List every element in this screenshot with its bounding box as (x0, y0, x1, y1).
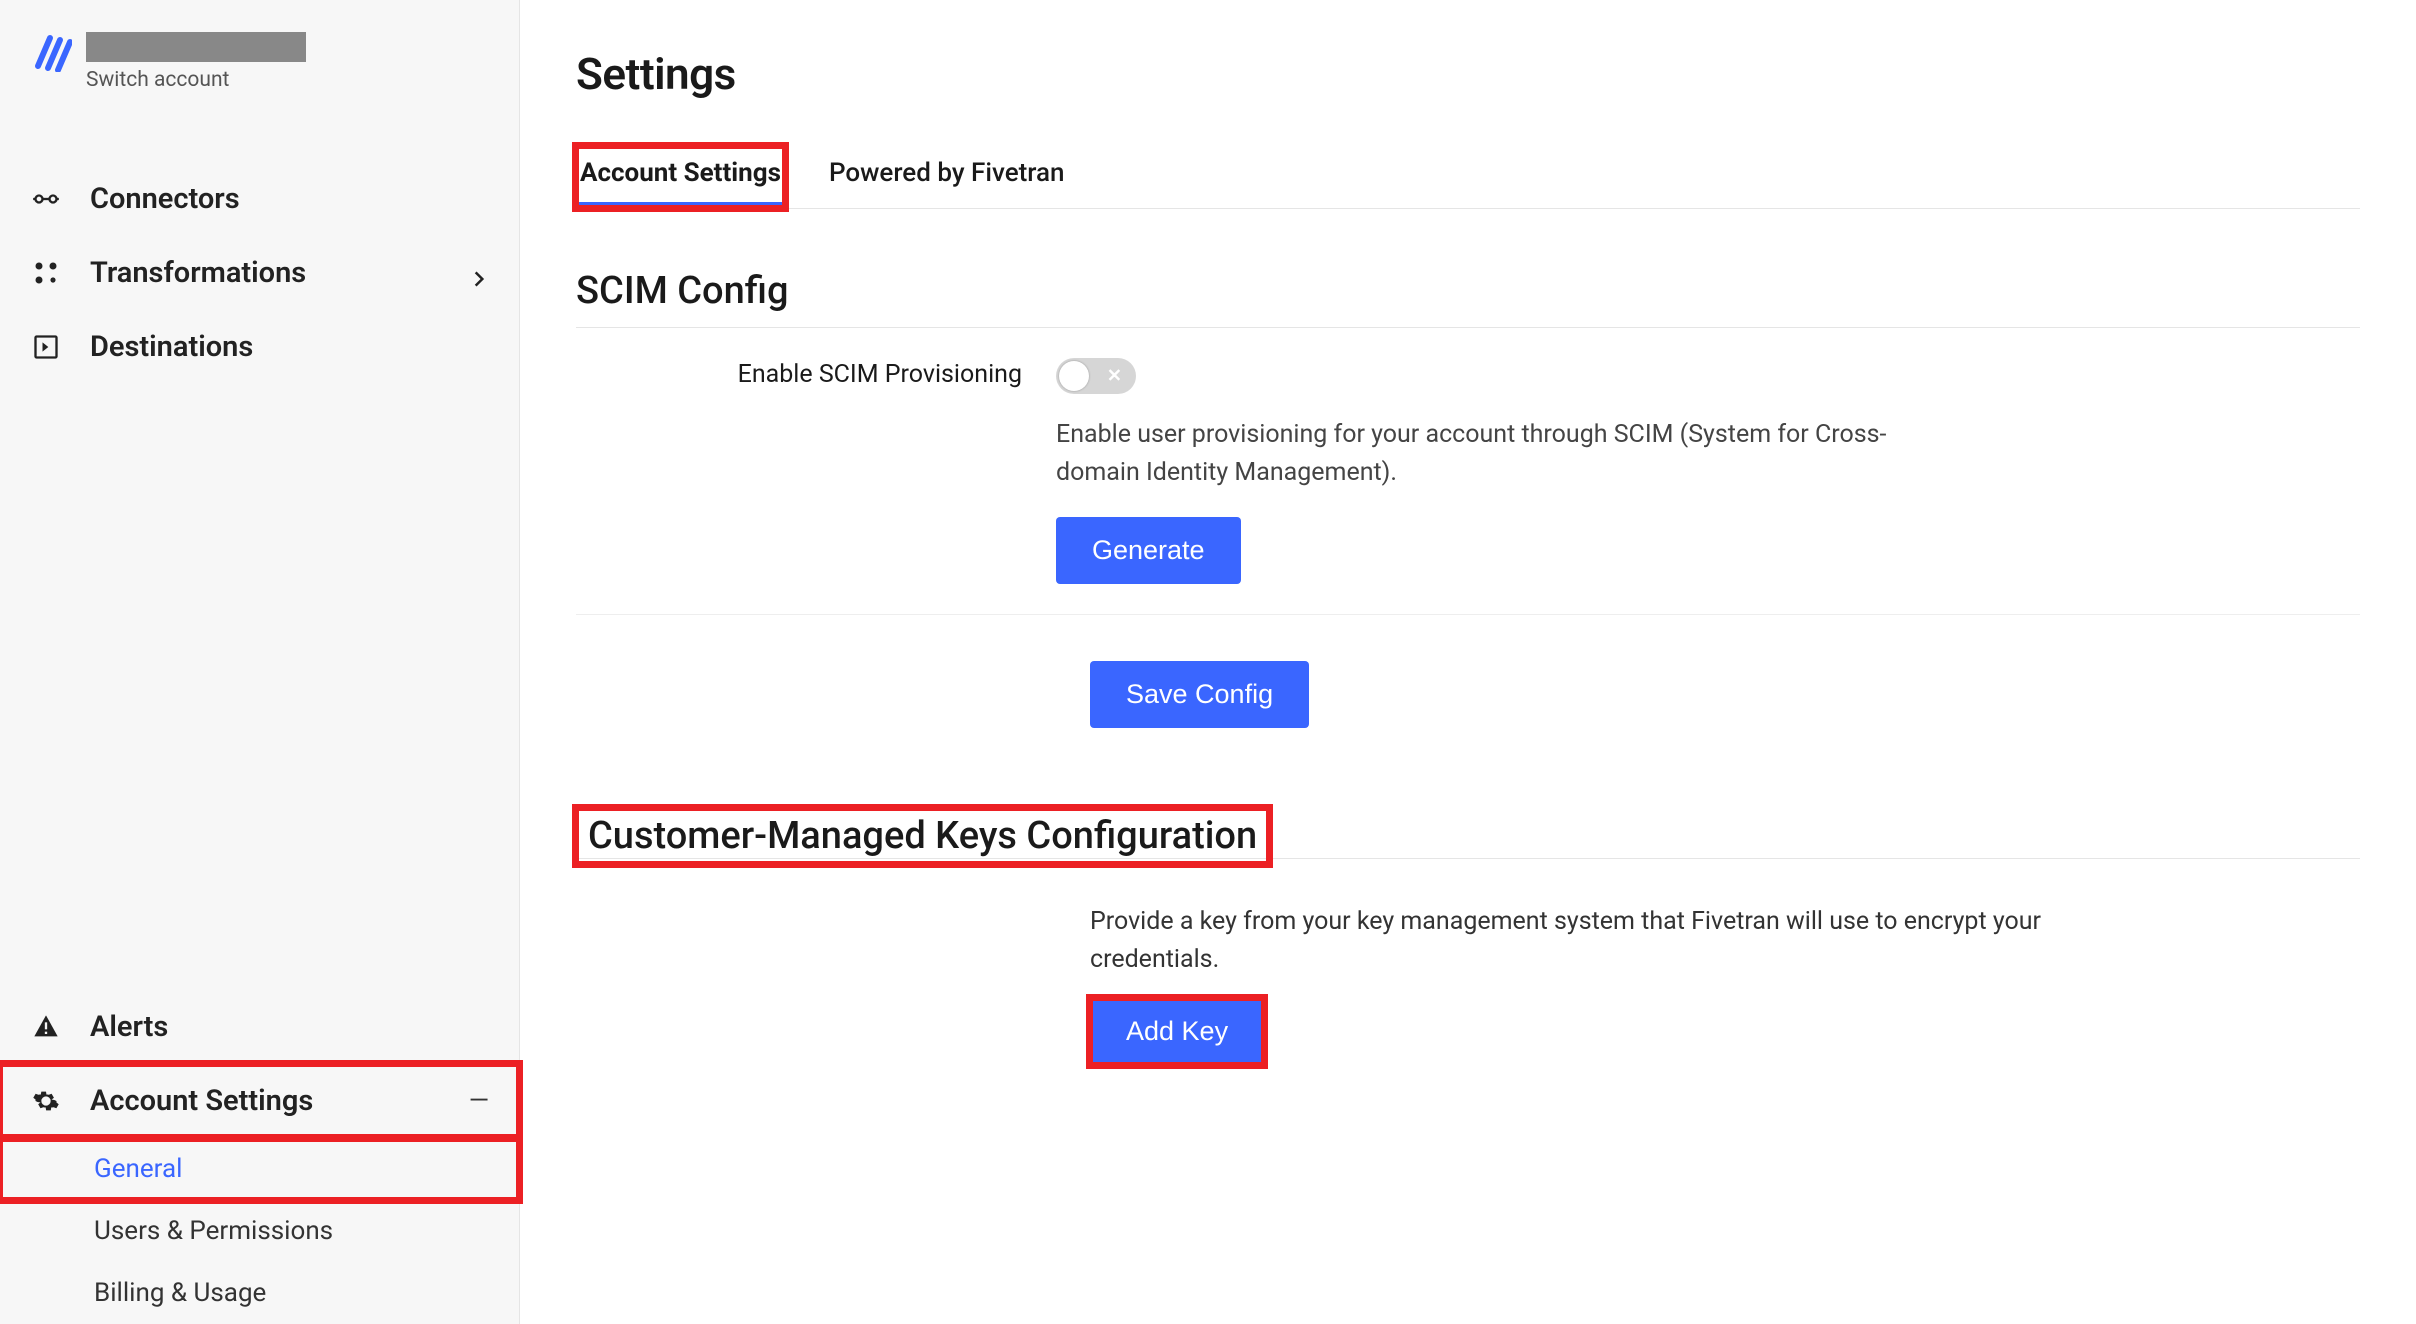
scim-heading: SCIM Config (576, 269, 2360, 328)
cmk-heading: Customer-Managed Keys Configuration (576, 808, 1269, 864)
brand-text: Switch account (86, 32, 306, 92)
transformations-icon (30, 257, 62, 289)
save-config-button[interactable]: Save Config (1090, 661, 1309, 728)
scim-toggle[interactable]: ✕ (1056, 358, 1136, 394)
gear-icon (30, 1085, 62, 1117)
main-content: Settings Account Settings Powered by Fiv… (520, 0, 2416, 1324)
cmk-description: Provide a key from your key management s… (576, 903, 2076, 978)
generate-button[interactable]: Generate (1056, 517, 1241, 584)
brand-block: Switch account (0, 24, 519, 112)
collapse-icon: — (469, 1086, 489, 1116)
alert-icon (30, 1011, 62, 1043)
scim-help-text: Enable user provisioning for your accoun… (1056, 416, 1956, 491)
sidebar-item-label: Alerts (90, 1010, 168, 1044)
scim-enable-row: Enable SCIM Provisioning ✕ Enable user p… (576, 328, 2360, 615)
sidebar-item-label: Account Settings (90, 1084, 313, 1118)
toggle-off-icon: ✕ (1107, 366, 1122, 387)
sidebar-item-account-settings[interactable]: Account Settings — (0, 1064, 519, 1138)
add-key-button[interactable]: Add Key (1090, 998, 1264, 1065)
nav-primary: Connectors Transformations Destinations (0, 162, 519, 384)
account-name-redacted (86, 32, 306, 62)
tab-account-settings[interactable]: Account Settings (576, 146, 785, 208)
sidebar-item-alerts[interactable]: Alerts (0, 990, 519, 1064)
sidebar: Switch account Connectors Transformation… (0, 0, 520, 1324)
sidebar-item-connectors[interactable]: Connectors (0, 162, 519, 236)
page-title: Settings (576, 48, 2360, 100)
cmk-section: Customer-Managed Keys Configuration Prov… (576, 808, 2360, 1085)
sidebar-item-label: Transformations (90, 256, 306, 290)
brand-logo-icon (32, 32, 72, 72)
sidebar-subitem-billing-usage[interactable]: Billing & Usage (0, 1262, 519, 1324)
connectors-icon (30, 183, 62, 215)
sidebar-subitem-users-permissions[interactable]: Users & Permissions (0, 1200, 519, 1262)
sidebar-subitem-general[interactable]: General (0, 1138, 519, 1200)
destinations-icon (30, 331, 62, 363)
sidebar-item-transformations[interactable]: Transformations (0, 236, 519, 310)
scim-section: SCIM Config Enable SCIM Provisioning ✕ E… (576, 269, 2360, 748)
sidebar-item-destinations[interactable]: Destinations (0, 310, 519, 384)
sidebar-item-label: Destinations (90, 330, 253, 364)
scim-enable-label: Enable SCIM Provisioning (576, 358, 1056, 389)
sidebar-item-label: Connectors (90, 182, 240, 216)
nav-secondary: Alerts Account Settings — General Users … (0, 990, 519, 1324)
tab-powered-by-fivetran[interactable]: Powered by Fivetran (825, 146, 1069, 208)
chevron-right-icon (469, 263, 489, 283)
switch-account-link[interactable]: Switch account (86, 68, 306, 92)
tabs: Account Settings Powered by Fivetran (576, 146, 2360, 209)
toggle-knob (1059, 361, 1089, 391)
